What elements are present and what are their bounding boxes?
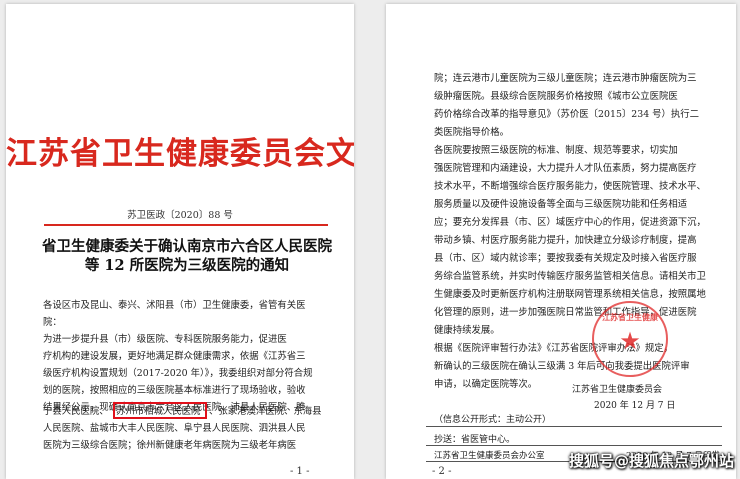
body-line: 级肿瘤医院。县级综合医院服务价格按照《城市公立医院医 bbox=[434, 91, 678, 102]
body-line: 院；连云港市儿童医院为三级儿童医院；连云港市肿瘤医院为三 bbox=[434, 73, 697, 84]
body-line: 院： bbox=[43, 317, 62, 328]
body-line: 务综合监管系统，并实时传输医疗服务监管相关信息。请相关市卫 bbox=[434, 271, 706, 282]
cc-line: 抄送：省医管中心。 bbox=[434, 435, 516, 445]
body-line: 技术水平，不断增强综合医疗服务能力，使医院管理、技术水平、 bbox=[434, 181, 706, 192]
body-line: 服务质量以及硬件设施设备等全面与三级医院功能和任务相适 bbox=[434, 199, 688, 210]
body-line: 疗机构的建设发展，更好地满足群众健康需求，依据《江苏省三 bbox=[43, 351, 306, 362]
notice-title: 省卫生健康委关于确认南京市六合区人民医院 等 12 所医院为三级医院的通知 bbox=[36, 237, 338, 275]
body-line: 健康持续发展。 bbox=[434, 325, 500, 336]
body-line: 药价格综合改革的指导意见》（苏价医〔2015〕234 号）执行二 bbox=[434, 109, 700, 120]
page-number: - 2 - bbox=[432, 466, 452, 477]
signature-date: 2020 年 12 月 7 日 bbox=[594, 401, 676, 411]
body-line: 生健康委及时更新医疗机构注册联网管理系统相关信息，按照属地 bbox=[434, 289, 706, 300]
body-line: 申请，以确定医院等次。 bbox=[434, 379, 538, 390]
divider-line bbox=[426, 426, 722, 427]
divider-line bbox=[426, 445, 722, 446]
body-line: 医院为三级综合医院；徐州新健康老年病医院为三级老年病医 bbox=[43, 440, 297, 451]
document-page-1: 江苏省卫生健康委员会文件 苏卫医政〔2020〕88 号 省卫生健康委关于确认南京… bbox=[6, 4, 354, 479]
highlight-box bbox=[113, 402, 207, 419]
red-divider-line bbox=[44, 224, 328, 226]
signature-organization: 江苏省卫生健康委员会 bbox=[572, 385, 663, 395]
red-header-title: 江苏省卫生健康委员会文件 bbox=[6, 136, 354, 172]
body-line: 、张家港澳洋医院、东海县 bbox=[209, 406, 322, 417]
document-page-2: 院；连云港市儿童医院为三级儿童医院；连云港市肿瘤医院为三 级肿瘤医院。县级综合医… bbox=[386, 4, 736, 479]
notice-title-line-1: 省卫生健康委关于确认南京市六合区人民医院 bbox=[42, 238, 332, 255]
body-line: 应；要充分发挥县（市、区）域医疗中心的作用，促进资源下沉， bbox=[434, 217, 706, 228]
body-line: 划的医院，按照相应的三级医院基本标准进行了现场验收，验收 bbox=[43, 385, 306, 396]
document-number: 苏卫医政〔2020〕88 号 bbox=[127, 210, 233, 221]
body-line: 为进一步提升县（市）级医院、专科医院服务能力，促进医 bbox=[43, 334, 287, 345]
body-line: 类医院指导价格。 bbox=[434, 127, 510, 138]
disclosure-form: （信息公开形式：主动公开） bbox=[434, 415, 552, 425]
body-line: 级医疗机构设置规划（2017-2020 年）》，我委组织对部分符合规 bbox=[43, 368, 313, 379]
body-line: 县（市、区）域内就诊率；要按我委有关规定及时接入省医疗服 bbox=[434, 253, 697, 264]
body-line: 强医院管理和内涵建设，大力提升人才队伍素质，努力提高医疗 bbox=[434, 163, 697, 174]
watermark: 搜狐号@搜狐焦点鄂州站 bbox=[568, 452, 734, 470]
body-line: 各医院要按照三级医院的标准、制度、规范等要求，切实加 bbox=[434, 145, 678, 156]
body-line: 宁县人民医院、 bbox=[43, 406, 109, 417]
body-line: 带动乡镇、村医疗服务能力提升，加快建立分级诊疗制度，提高 bbox=[434, 235, 697, 246]
notice-title-line-2: 等 12 所医院为三级医院的通知 bbox=[84, 257, 290, 274]
seal-text: 江苏省卫生健康 bbox=[602, 312, 658, 322]
body-line: 各设区市及昆山、泰兴、沭阳县（市）卫生健康委，省管有关医 bbox=[43, 300, 306, 311]
body-line: 人民医院、盐城市大丰人民医院、阜宁县人民医院、泗洪县人民 bbox=[43, 423, 306, 434]
footer-organization: 江苏省卫生健康委员会办公室 bbox=[434, 451, 545, 461]
seal-star-icon: ★ bbox=[619, 327, 641, 355]
page-number: - 1 - bbox=[290, 466, 310, 477]
official-seal: 江苏省卫生健康 ★ bbox=[592, 301, 668, 377]
